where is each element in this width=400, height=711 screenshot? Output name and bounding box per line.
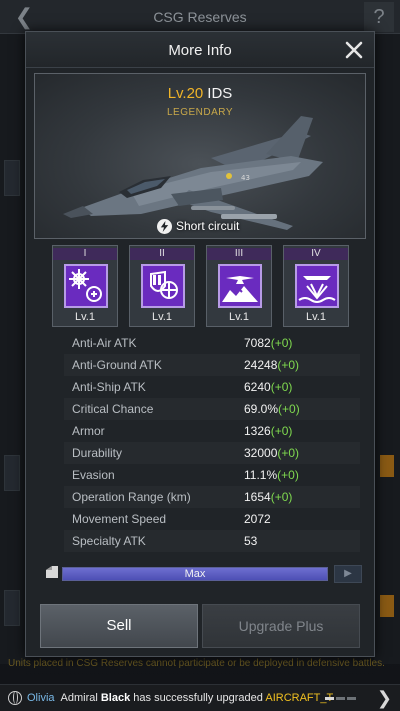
aircraft-strike-icon	[218, 264, 262, 308]
more-info-dialog: More Info Lv.20 IDS LEGENDARY 43 Short c…	[25, 31, 375, 657]
page-corner-icon	[46, 566, 58, 578]
stat-row: Evasion 11.1%(+0)	[64, 464, 360, 486]
ticker-page-dots	[325, 687, 365, 700]
background-badge	[380, 455, 394, 477]
help-button[interactable]: ?	[364, 2, 394, 32]
mod-slot-number: II	[130, 248, 194, 260]
stat-bonus: (+0)	[277, 446, 300, 460]
radar-burst-icon	[64, 264, 108, 308]
stat-value: 69.0%(+0)	[244, 402, 300, 416]
news-ticker[interactable]: Olivia Admiral Black has successfully upg…	[0, 684, 400, 711]
unit-name: IDS	[207, 85, 233, 102]
svg-text:43: 43	[241, 174, 250, 182]
screen: ❮ CSG Reserves ? Units placed in CSG Res…	[0, 0, 400, 711]
mod-level: Lv.1	[75, 311, 95, 323]
mod-slot-3[interactable]: III Lv.1	[206, 245, 272, 327]
unit-level: Lv.20	[167, 85, 204, 102]
upgrade-progress: Max ▶	[44, 562, 362, 586]
stat-row: Movement Speed 2072	[64, 508, 360, 530]
stat-bonus: (+0)	[270, 380, 293, 394]
background-badge	[380, 595, 394, 617]
stat-row: Durability 32000(+0)	[64, 442, 360, 464]
mod-level: Lv.1	[229, 311, 249, 323]
stat-name: Armor	[72, 424, 105, 438]
stat-name: Critical Chance	[72, 402, 154, 416]
stat-value: 1654(+0)	[244, 490, 293, 504]
stat-value: 7082(+0)	[244, 336, 293, 350]
stat-bonus: (+0)	[270, 490, 293, 504]
ticker-message: Olivia Admiral Black has successfully upg…	[27, 692, 334, 704]
background-tile	[4, 160, 20, 196]
stat-bonus: (+0)	[277, 468, 299, 482]
play-arrow-icon[interactable]: ▶	[334, 565, 362, 583]
close-icon[interactable]	[342, 38, 366, 62]
mod-slot-number: I	[53, 248, 117, 260]
stat-value: 11.1%(+0)	[244, 468, 299, 482]
stat-name: Durability	[72, 446, 123, 460]
progress-label: Max	[184, 568, 206, 580]
page-title: CSG Reserves	[153, 9, 247, 25]
dialog-header: More Info	[26, 32, 374, 68]
skill-tag[interactable]: Short circuit	[157, 217, 239, 235]
background-list-left	[0, 34, 26, 664]
stat-row: Specialty ATK 53	[64, 530, 360, 552]
unit-title: Lv.20 IDS	[35, 85, 365, 102]
mod-slot-number: III	[207, 248, 271, 260]
stat-value: 53	[244, 534, 258, 548]
skill-name: Short circuit	[176, 219, 240, 233]
unit-card: Lv.20 IDS LEGENDARY 43 Short circuit	[34, 73, 366, 239]
mod-slot-4[interactable]: IV Lv.1	[283, 245, 349, 327]
stat-name: Evasion	[72, 468, 115, 482]
stat-bonus: (+0)	[270, 424, 293, 438]
stat-row: Anti-Air ATK 7082(+0)	[64, 332, 360, 354]
lightning-icon	[157, 218, 172, 234]
stat-value: 1326(+0)	[244, 424, 293, 438]
stat-name: Movement Speed	[72, 512, 167, 526]
stat-row: Critical Chance 69.0%(+0)	[64, 398, 360, 420]
stat-bonus: (+0)	[270, 336, 293, 350]
dialog-title: More Info	[168, 42, 232, 59]
ship-strike-icon	[295, 264, 339, 308]
mod-level: Lv.1	[306, 311, 326, 323]
stat-name: Operation Range (km)	[72, 490, 191, 504]
stats-table: Anti-Air ATK 7082(+0) Anti-Ground ATK 24…	[64, 332, 360, 556]
stat-row: Anti-Ground ATK 24248(+0)	[64, 354, 360, 376]
mod-slot-number: IV	[284, 248, 348, 260]
mod-slot-2[interactable]: II Lv.1	[129, 245, 195, 327]
background-list-right	[374, 34, 400, 664]
stat-name: Anti-Ground ATK	[72, 358, 162, 372]
sell-button[interactable]: Sell	[40, 604, 198, 648]
stat-value: 24248(+0)	[244, 358, 300, 372]
shield-target-icon	[141, 264, 185, 308]
stat-bonus: (+0)	[278, 402, 300, 416]
stat-value: 6240(+0)	[244, 380, 293, 394]
stat-name: Anti-Ship ATK	[72, 380, 146, 394]
background-tile	[4, 455, 20, 491]
background-tile	[4, 590, 20, 626]
stat-value: 32000(+0)	[244, 446, 300, 460]
chevron-right-icon[interactable]: ❯	[377, 688, 392, 708]
stat-bonus: (+0)	[277, 358, 300, 372]
mod-slots: I Lv.1 II Lv.1 III Lv.1 IV Lv.1	[52, 245, 352, 327]
progress-track: Max	[62, 567, 328, 581]
reserves-notice: Units placed in CSG Reserves cannot part…	[8, 658, 385, 669]
stat-row: Operation Range (km) 1654(+0)	[64, 486, 360, 508]
stat-name: Anti-Air ATK	[72, 336, 137, 350]
mod-slot-1[interactable]: I Lv.1	[52, 245, 118, 327]
top-bar: ❮ CSG Reserves ?	[0, 0, 400, 34]
stat-row: Armor 1326(+0)	[64, 420, 360, 442]
globe-icon	[8, 691, 22, 705]
ticker-sender: Olivia	[27, 692, 55, 704]
stat-name: Specialty ATK	[72, 534, 146, 548]
mod-level: Lv.1	[152, 311, 172, 323]
stat-value: 2072	[244, 512, 271, 526]
upgrade-plus-button[interactable]: Upgrade Plus	[202, 604, 360, 648]
stat-row: Anti-Ship ATK 6240(+0)	[64, 376, 360, 398]
